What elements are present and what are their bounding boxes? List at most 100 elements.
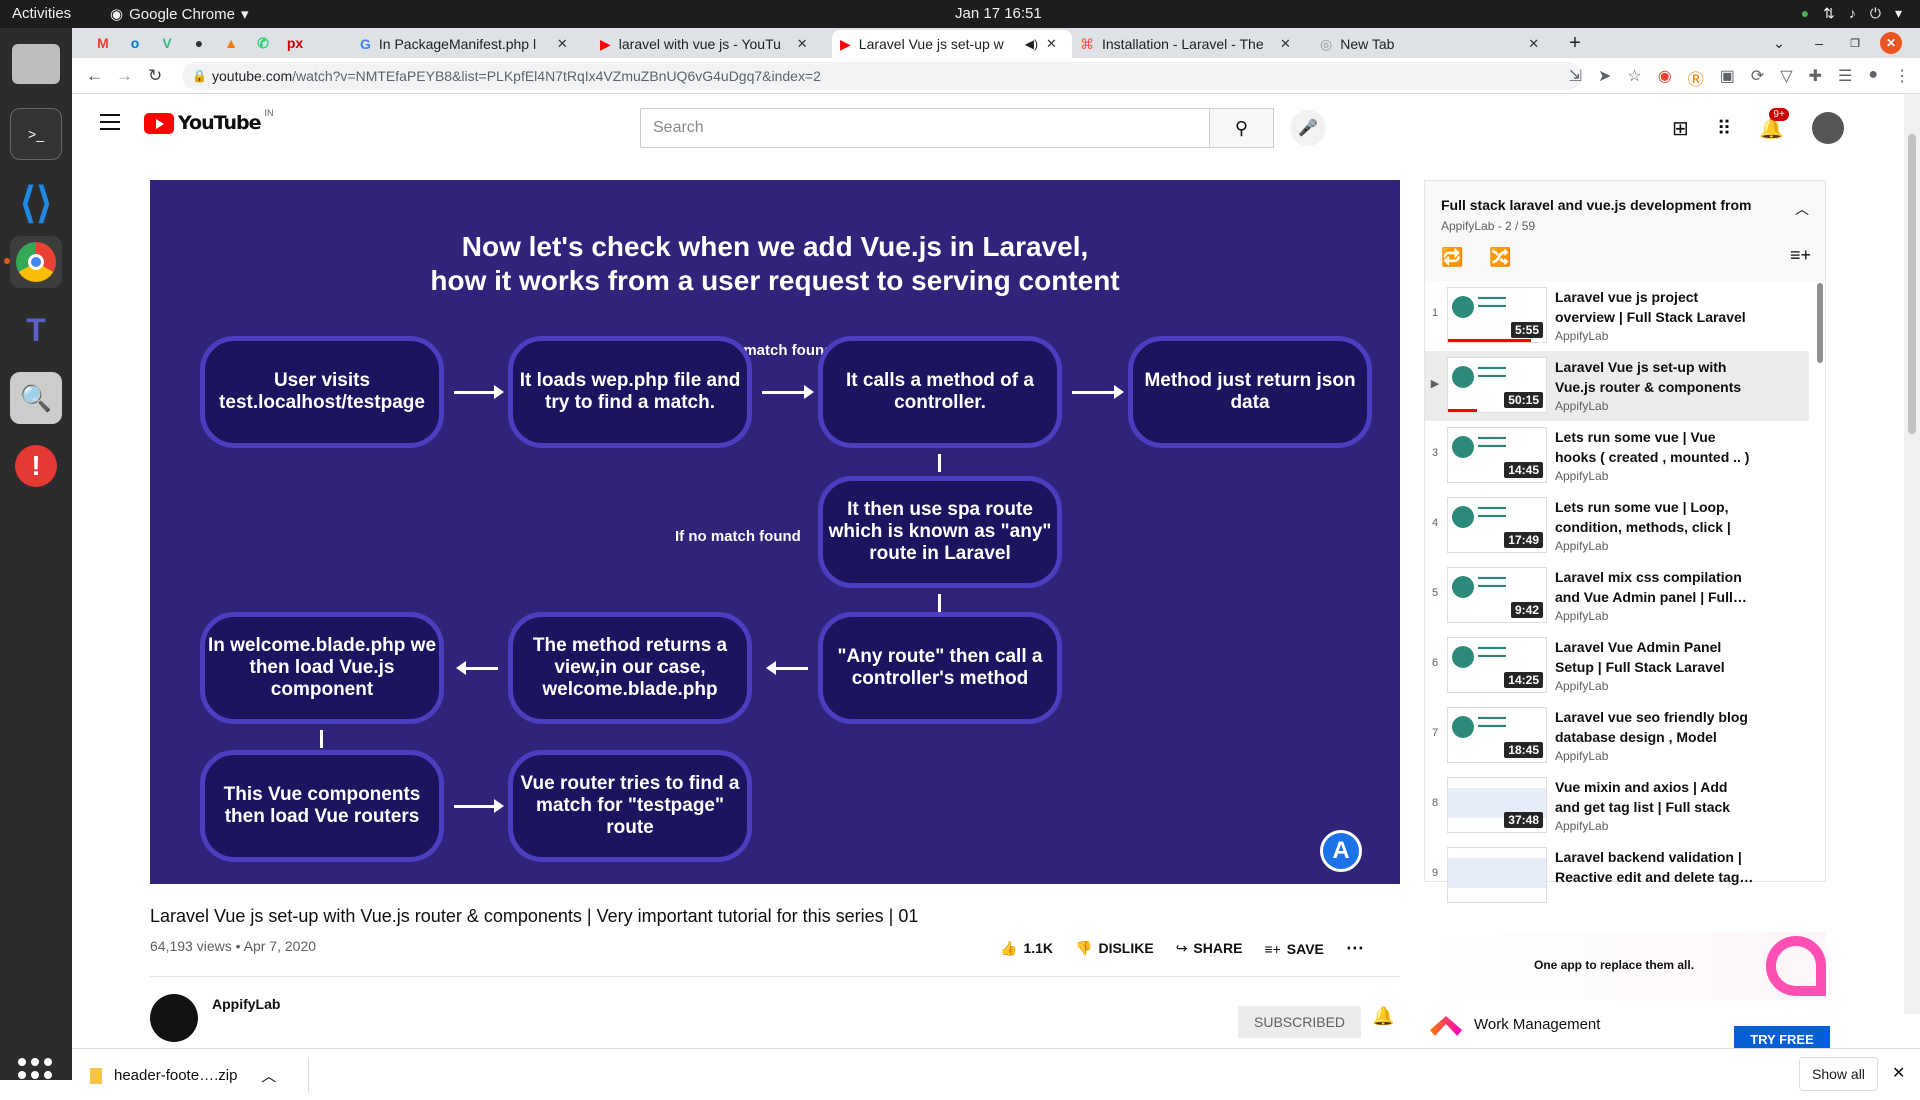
github-tab[interactable]: ● — [186, 32, 212, 54]
close-icon[interactable]: ✕ — [1280, 36, 1291, 52]
close-icon[interactable]: ✕ — [1892, 1063, 1905, 1083]
channel-avatar[interactable] — [150, 994, 198, 1042]
dislike-button[interactable]: 👎 DISLIKE — [1075, 940, 1154, 957]
gmail-tab[interactable]: M — [90, 32, 116, 54]
playlist-item[interactable]: 7 ▬▬▬▬ ▬▬▬▬ 18:45 Laravel vue seo friendly b… — [1425, 701, 1809, 771]
chevron-up-icon[interactable]: ︿ — [1795, 199, 1809, 219]
video-thumbnail[interactable]: 37:48 — [1447, 777, 1547, 833]
shuffle-icon[interactable]: 🔀 — [1489, 247, 1511, 268]
tab-search-icon[interactable]: ⌄ — [1766, 32, 1792, 54]
extension-color-icon[interactable]: ◉ — [1658, 66, 1672, 90]
download-item[interactable]: header-foote….zip ︿ — [90, 1065, 276, 1086]
notifications-bell-icon[interactable]: 🔔 9+ — [1759, 107, 1789, 141]
reading-list-icon[interactable]: ☰ — [1838, 66, 1852, 90]
like-button[interactable]: 👍 1.1K — [1000, 940, 1053, 957]
image-viewer-icon[interactable]: 🔍 — [10, 372, 62, 424]
search-input[interactable]: Search — [640, 108, 1210, 148]
playlist-item[interactable]: 1 ▬▬▬▬ ▬▬▬▬ 5:55 Laravel vue js project over… — [1425, 281, 1809, 351]
extension-v-icon[interactable]: ▽ — [1780, 66, 1792, 90]
video-thumbnail[interactable]: ▬▬▬▬ ▬▬▬▬ 14:25 — [1447, 637, 1547, 693]
save-playlist-icon[interactable]: ≡+ — [1790, 245, 1811, 266]
search-icon[interactable]: ⚲ — [1210, 108, 1274, 148]
chrome-icon[interactable] — [4, 236, 62, 288]
clock[interactable]: Jan 17 16:51 — [955, 5, 1042, 22]
outlook-tab[interactable]: o — [122, 32, 148, 54]
save-button[interactable]: ≡+ SAVE — [1264, 941, 1323, 957]
url-input[interactable]: 🔒 youtube.com/watch?v=NMTEfaPEYB8&list=P… — [182, 62, 1582, 90]
video-thumbnail[interactable]: ▬▬▬▬ ▬▬▬▬ 5:55 — [1447, 287, 1547, 343]
files-icon[interactable] — [12, 44, 60, 84]
show-apps-icon[interactable] — [18, 1058, 52, 1092]
more-icon[interactable]: ⋯ — [1346, 938, 1364, 959]
send-icon[interactable]: ➤ — [1598, 66, 1611, 90]
system-tray[interactable]: ● ⇅ ♪ ⏻ ▾ — [1801, 5, 1902, 22]
puzzle-icon[interactable]: ✚ — [1809, 66, 1822, 90]
video-player[interactable]: Now let's check when we add Vue.js in La… — [150, 180, 1400, 884]
try-free-button[interactable]: TRY FREE — [1734, 1026, 1830, 1050]
video-thumbnail[interactable]: ▬▬▬▬ ▬▬▬▬ 18:45 — [1447, 707, 1547, 763]
tab-current-video[interactable]: ▶ Laravel Vue js set-up w ◀) ✕ — [832, 30, 1072, 58]
back-icon[interactable]: ← — [86, 66, 103, 86]
close-icon[interactable]: ✕ — [1046, 36, 1057, 52]
loop-icon[interactable]: 🔁 — [1441, 247, 1463, 268]
install-icon[interactable]: ⇲ — [1569, 66, 1582, 90]
activities-button[interactable]: Activities — [12, 5, 71, 22]
extension-pd-icon[interactable]: ▣ — [1720, 66, 1735, 90]
tab-packagemanifest[interactable]: G In PackageManifest.php l ✕ — [352, 30, 592, 58]
video-thumbnail[interactable]: ▬▬▬▬ ▬▬▬▬ 50:15 — [1447, 357, 1547, 413]
create-video-icon[interactable]: ⊞ — [1672, 116, 1689, 141]
video-thumbnail[interactable]: ▬▬▬▬ ▬▬▬▬ 14:45 — [1447, 427, 1547, 483]
app-menu[interactable]: ◉ Google Chrome ▾ — [110, 5, 249, 24]
forward-icon[interactable]: → — [116, 66, 133, 86]
reload-icon[interactable]: ↻ — [148, 66, 162, 86]
software-updater-icon[interactable]: ! — [10, 440, 62, 492]
aws-tab[interactable]: ▲ — [218, 32, 244, 54]
px-tab[interactable]: px — [282, 32, 308, 54]
tab-youtube-search[interactable]: ▶ laravel with vue js - YouTu ✕ — [592, 30, 832, 58]
close-icon[interactable]: ✕ — [1528, 36, 1539, 52]
terminal-icon[interactable]: >_ — [10, 108, 62, 160]
video-thumbnail[interactable]: ▬▬▬▬ ▬▬▬▬ 17:49 — [1447, 497, 1547, 553]
playlist-item[interactable]: 6 ▬▬▬▬ ▬▬▬▬ 14:25 Laravel Vue Admin Panel Se… — [1425, 631, 1809, 701]
avatar[interactable] — [1812, 112, 1845, 144]
apps-grid-icon[interactable]: ⠿ — [1717, 116, 1732, 141]
profile-avatar[interactable]: ● — [1868, 66, 1878, 90]
ad-card[interactable]: Work Management TRY FREE — [1424, 1014, 1830, 1050]
close-icon[interactable]: ✕ — [797, 36, 808, 52]
video-thumbnail[interactable] — [1447, 847, 1547, 903]
youtube-logo[interactable]: YouTube IN — [144, 108, 273, 134]
teams-icon[interactable]: T — [10, 304, 62, 356]
page-scrollbar[interactable] — [1904, 94, 1920, 1014]
tab-new-tab[interactable]: ◎ New Tab ✕ — [1312, 30, 1552, 58]
playlist-item[interactable]: 5 ▬▬▬▬ ▬▬▬▬ 9:42 Laravel mix css compilation… — [1425, 561, 1809, 631]
vscode-icon[interactable]: ⟨⟩ — [10, 176, 62, 228]
playlist-item[interactable]: 9 Laravel backend validation | Reactive e… — [1425, 841, 1809, 911]
microphone-icon[interactable]: 🎤 — [1290, 110, 1326, 146]
playlist-title[interactable]: Full stack laravel and vue.js developmen… — [1441, 197, 1771, 213]
playlist-item[interactable]: 8 37:48 Vue mixin and axios | Add and get … — [1425, 771, 1809, 841]
close-icon[interactable]: ✕ — [557, 36, 568, 52]
subscribe-button[interactable]: SUBSCRIBED — [1238, 1006, 1362, 1038]
channel-watermark[interactable]: A — [1320, 830, 1362, 872]
vue-tab[interactable]: V — [154, 32, 180, 54]
chevron-up-icon[interactable]: ︿ — [261, 1065, 276, 1086]
extension-sync-icon[interactable]: ⟳ — [1751, 66, 1764, 90]
video-thumbnail[interactable]: ▬▬▬▬ ▬▬▬▬ 9:42 — [1447, 567, 1547, 623]
playlist-scrollbar[interactable] — [1817, 283, 1823, 363]
whatsapp-tab[interactable]: ✆ — [250, 32, 276, 54]
bookmark-star-icon[interactable]: ☆ — [1627, 66, 1641, 90]
hamburger-menu-icon[interactable] — [100, 114, 120, 135]
new-tab-button[interactable]: + — [1562, 32, 1588, 54]
playlist-item[interactable]: ▶ ▬▬▬▬ ▬▬▬▬ 50:15 Laravel Vue js set-up with… — [1425, 351, 1809, 421]
playlist-item[interactable]: 4 ▬▬▬▬ ▬▬▬▬ 17:49 Lets run some vue | Loop, … — [1425, 491, 1809, 561]
playlist-item[interactable]: 3 ▬▬▬▬ ▬▬▬▬ 14:45 Lets run some vue | Vue ho… — [1425, 421, 1809, 491]
restore-icon[interactable]: ❐ — [1842, 32, 1868, 54]
tab-laravel-installation[interactable]: ⌘ Installation - Laravel - The ✕ — [1072, 30, 1312, 58]
share-button[interactable]: ↪ SHARE — [1176, 940, 1243, 957]
scrollbar-thumb[interactable] — [1908, 134, 1916, 434]
channel-name[interactable]: AppifyLab — [212, 996, 280, 1012]
show-all-button[interactable]: Show all — [1799, 1057, 1878, 1091]
window-close-icon[interactable]: ✕ — [1880, 32, 1902, 54]
minimize-icon[interactable]: – — [1806, 32, 1832, 54]
bell-icon[interactable]: 🔔 — [1372, 1006, 1394, 1027]
